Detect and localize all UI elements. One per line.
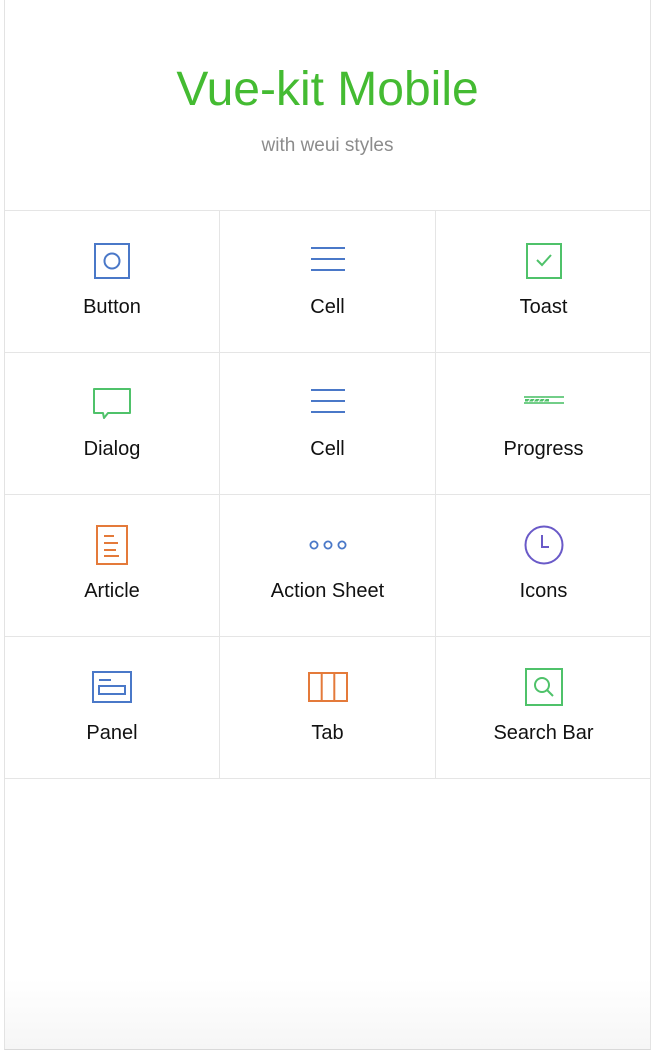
grid-item-label: Button — [83, 296, 141, 318]
cell-icon — [308, 383, 348, 423]
grid-item-label: Action Sheet — [270, 580, 385, 602]
grid-item-label: Cell — [310, 438, 345, 460]
grid-item-label: Dialog — [83, 438, 141, 460]
grid-item-label: Search Bar — [493, 722, 594, 744]
cell-icon — [308, 241, 348, 281]
grid-item-cell[interactable]: Cell — [220, 353, 436, 495]
grid-item-label: Panel — [86, 722, 138, 744]
component-grid: Button Cell Toast Dialog Cell Progress A… — [5, 210, 650, 779]
grid-item-dialog[interactable]: Dialog — [5, 353, 220, 495]
progress-icon — [523, 383, 564, 423]
grid-item-label: Progress — [503, 438, 584, 460]
grid-item-toast[interactable]: Toast — [436, 211, 650, 353]
grid-item-label: Tab — [311, 722, 344, 744]
grid-item-progress[interactable]: Progress — [436, 353, 650, 495]
bottom-shade — [5, 979, 650, 1049]
grid-item-panel[interactable]: Panel — [5, 637, 220, 779]
tab-icon — [307, 667, 348, 707]
dialog-icon — [92, 383, 132, 423]
toast-icon — [524, 241, 564, 281]
search-bar-icon — [524, 667, 564, 707]
grid-item-action-sheet[interactable]: Action Sheet — [220, 495, 436, 637]
action-sheet-icon — [308, 525, 348, 565]
page-subtitle: with weui styles — [261, 135, 394, 156]
grid-item-search-bar[interactable]: Search Bar — [436, 637, 650, 779]
app-frame: Vue-kit Mobile with weui styles Button C… — [4, 0, 651, 1050]
panel-icon — [92, 667, 132, 707]
grid-item-button[interactable]: Button — [5, 211, 220, 353]
grid-item-label: Cell — [310, 296, 345, 318]
article-icon — [92, 525, 132, 565]
grid-item-cell[interactable]: Cell — [220, 211, 436, 353]
grid-item-icons[interactable]: Icons — [436, 495, 650, 637]
grid-item-tab[interactable]: Tab — [220, 637, 436, 779]
grid-item-label: Icons — [519, 580, 568, 602]
page-title: Vue-kit Mobile — [176, 63, 479, 116]
grid-item-article[interactable]: Article — [5, 495, 220, 637]
grid-item-label: Toast — [519, 296, 568, 318]
page-header: Vue-kit Mobile with weui styles — [5, 0, 650, 210]
grid-item-label: Article — [84, 580, 140, 602]
button-icon — [92, 241, 132, 281]
icons-icon — [524, 525, 564, 565]
